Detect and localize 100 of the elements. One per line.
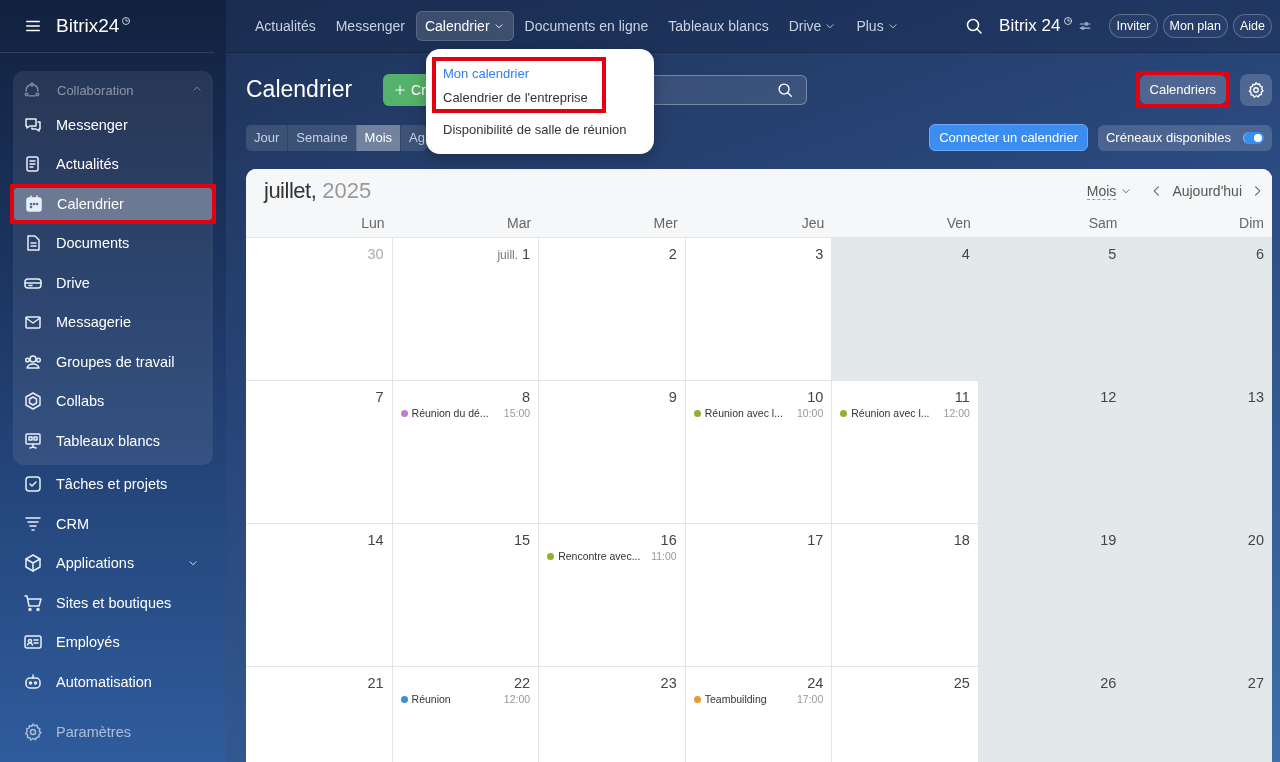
event-title: Réunion avec l...	[851, 407, 930, 419]
day-cell[interactable]: 6	[1125, 238, 1272, 381]
dropdown-item[interactable]: Mon calendrier	[436, 61, 602, 85]
calendars-button[interactable]: Calendriers	[1139, 75, 1226, 104]
sidebar-item[interactable]: Actualités	[13, 144, 213, 184]
day-cell[interactable]: 18	[832, 524, 979, 667]
view-tab[interactable]: Jour	[246, 124, 288, 151]
sidebar-item[interactable]: Tableaux blancs	[13, 421, 213, 461]
sidebar-item[interactable]: CRM	[0, 504, 226, 544]
day-cell[interactable]: 21	[246, 667, 393, 762]
sidebar-item[interactable]: Employés	[0, 622, 226, 662]
calendar-icon	[24, 193, 44, 214]
view-selector[interactable]: Mois	[1086, 182, 1133, 200]
day-number: 16	[660, 532, 677, 548]
day-number: 10	[807, 389, 824, 405]
day-cell[interactable]: 14	[246, 524, 393, 667]
calendar-event[interactable]: Réunion avec l... 10:00	[693, 407, 824, 419]
day-cell[interactable]: 24 Teambuilding 17:00	[685, 667, 833, 762]
sidebar-item[interactable]: Automatisation	[0, 662, 226, 702]
day-cell[interactable]: 9	[539, 381, 686, 524]
event-time: 15:00	[503, 407, 531, 419]
sidebar-item[interactable]: Drive	[13, 263, 213, 303]
sliders-icon	[1078, 19, 1093, 33]
toggle-switch[interactable]	[1243, 131, 1264, 144]
header-button[interactable]: Mon plan	[1162, 14, 1228, 38]
day-cell[interactable]: 4	[832, 238, 979, 381]
calendar-event[interactable]: Réunion 12:00	[400, 693, 531, 705]
calendar-event[interactable]: Réunion avec l... 12:00	[840, 407, 970, 419]
day-number: 17	[807, 532, 824, 548]
day-number: 15	[514, 532, 531, 548]
header-button[interactable]: Aide	[1232, 14, 1272, 38]
sidebar-item[interactable]: Paramètres	[0, 712, 226, 752]
settings-icon	[1247, 80, 1265, 99]
calendar-event[interactable]: Teambuilding 17:00	[693, 693, 824, 705]
nav-tab[interactable]: Actualités	[246, 11, 325, 41]
day-number: 8	[522, 389, 531, 405]
day-cell[interactable]: 16 Rencontre avec... 11:00	[539, 524, 686, 667]
day-cell[interactable]: 25	[832, 667, 979, 762]
event-time: 11:00	[651, 550, 677, 562]
plus-icon	[393, 82, 408, 97]
day-number: 7	[375, 389, 384, 405]
sidebar-item[interactable]: Applications	[0, 543, 226, 583]
calendar-event[interactable]: Rencontre avec... 11:00	[547, 550, 677, 562]
day-cell[interactable]: 17	[685, 524, 833, 667]
sidebar-item[interactable]: Documents	[13, 223, 213, 263]
day-number: 5	[1108, 246, 1117, 262]
nav-tab[interactable]: Calendrier	[415, 11, 514, 41]
dropdown-item[interactable]: Calendrier de l'entreprise	[436, 85, 602, 109]
sidebar-item[interactable]: Sites et boutiques	[0, 583, 226, 623]
cube-icon	[23, 553, 43, 574]
weekday-label: Lun	[360, 214, 386, 233]
day-cell[interactable]: 7	[246, 381, 393, 524]
nav-tab[interactable]: Plus	[847, 11, 908, 41]
toggle-label: Créneaux disponibles	[1105, 130, 1231, 145]
event-title: Teambuilding	[704, 693, 767, 705]
nav-tab[interactable]: Tableaux blancs	[659, 11, 778, 41]
header-button[interactable]: Inviter	[1109, 14, 1158, 38]
brand-logo: Bitrix 24	[999, 16, 1061, 36]
day-cell[interactable]: 8 Réunion du dé... 15:00	[392, 381, 540, 524]
day-cell[interactable]: 11 Réunion avec l... 12:00	[832, 381, 979, 524]
event-title: Réunion du dé...	[411, 407, 489, 419]
day-number: 12	[1100, 389, 1117, 405]
nav-tab[interactable]: Documents en ligne	[515, 11, 658, 41]
sidebar-item[interactable]: Collabs	[13, 381, 213, 421]
calendar-event[interactable]: Réunion du dé... 15:00	[400, 407, 531, 419]
day-cell[interactable]: 19	[978, 524, 1126, 667]
day-cell[interactable]: 13	[1125, 381, 1272, 524]
page-title: Calendrier	[246, 76, 353, 103]
day-cell[interactable]: 10 Réunion avec l... 10:00	[685, 381, 833, 524]
day-number: 3	[815, 246, 824, 262]
day-number: 22	[514, 675, 531, 691]
settings-icon	[23, 722, 43, 742]
dropdown-item[interactable]: Disponibilité de salle de réunion	[426, 113, 654, 146]
sidebar-item[interactable]: Calendrier	[14, 188, 212, 220]
settings-button[interactable]	[1240, 73, 1272, 106]
day-number: 6	[1255, 246, 1264, 262]
day-cell[interactable]: 23	[539, 667, 686, 762]
sidebar-item[interactable]: Groupes de travail	[13, 342, 213, 382]
day-cell[interactable]: 27	[1125, 667, 1272, 762]
today-button[interactable]: Aujourd'hui	[1172, 183, 1242, 199]
whiteboard-icon	[23, 430, 43, 451]
day-cell[interactable]: 22 Réunion 12:00	[392, 667, 540, 762]
day-cell[interactable]: 15	[392, 524, 540, 667]
clock-icon	[121, 16, 132, 26]
group-label[interactable]: Collaboration	[57, 82, 134, 98]
sidebar-item[interactable]: Messenger	[13, 105, 213, 145]
day-cell[interactable]: juill. 1	[392, 238, 540, 381]
day-cell[interactable]: 5	[978, 238, 1126, 381]
nav-tab[interactable]: Messenger	[326, 11, 414, 41]
sidebar-item[interactable]: Tâches et projets	[0, 464, 226, 504]
day-number: 24	[807, 675, 824, 691]
available-slots-control[interactable]: Créneaux disponibles	[1097, 124, 1272, 151]
day-cell[interactable]: 12	[978, 381, 1126, 524]
view-tab[interactable]: Mois	[355, 124, 401, 151]
day-cell[interactable]: 20	[1125, 524, 1272, 667]
view-tab[interactable]: Semaine	[287, 124, 356, 151]
nav-tab[interactable]: Drive	[779, 11, 846, 41]
day-cell[interactable]: 2	[539, 238, 686, 381]
day-cell[interactable]: 26	[978, 667, 1126, 762]
sidebar-item[interactable]: Messagerie	[13, 302, 213, 342]
